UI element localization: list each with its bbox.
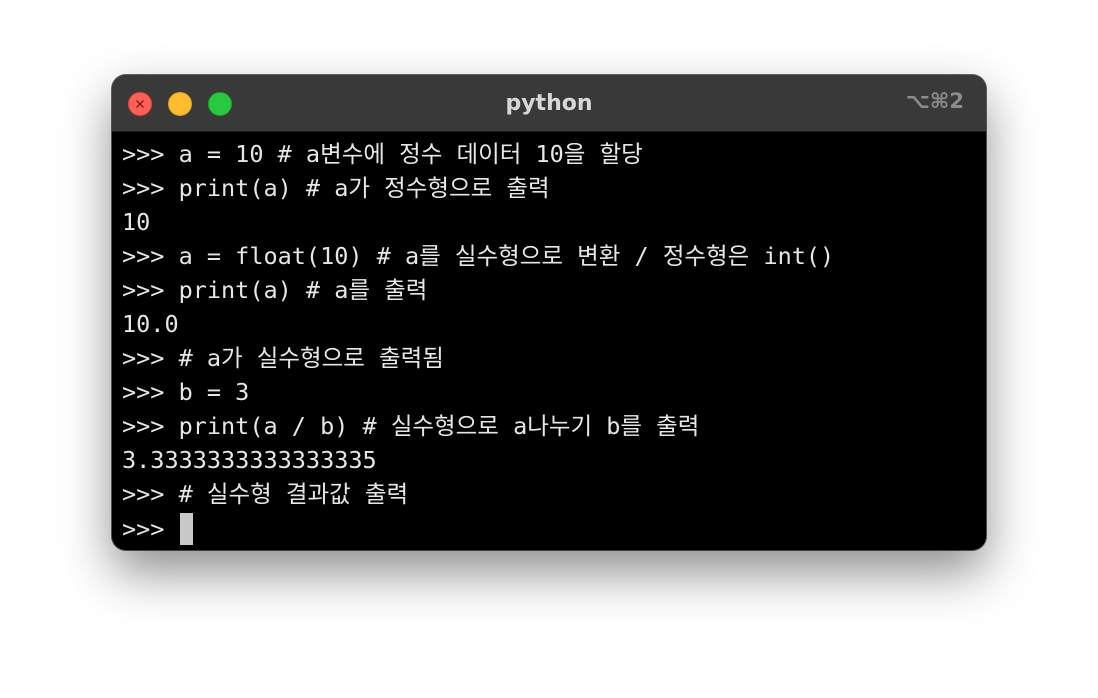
cursor-block (180, 513, 194, 545)
prompt-line[interactable]: >>> (122, 512, 194, 546)
prompt: >>> (122, 515, 165, 543)
terminal-line: >>> # 실수형 결과값 출력 (122, 480, 409, 508)
terminal-line: >>> # a가 실수형으로 출력됨 (122, 344, 444, 372)
terminal-line: >>> print(a / b) # 실수형으로 a나누기 b를 출력 (122, 412, 700, 440)
terminal-line: >>> b = 3 (122, 378, 250, 406)
terminal-line: >>> print(a) # a를 출력 (122, 276, 428, 304)
terminal-line: >>> a = float(10) # a를 실수형으로 변환 / 정수형은 i… (122, 242, 835, 270)
terminal-line: 10 (122, 208, 151, 236)
window-shortcut: ⌥⌘2 (905, 89, 964, 113)
title-bar[interactable]: python ⌥⌘2 (112, 75, 986, 132)
terminal-line: >>> print(a) # a가 정수형으로 출력 (122, 174, 550, 202)
terminal-window: python ⌥⌘2 >>> a = 10 # a변수에 정수 데이터 10을 … (112, 75, 986, 550)
window-title: python (505, 91, 593, 116)
terminal-output[interactable]: >>> a = 10 # a변수에 정수 데이터 10을 할당 >>> prin… (112, 132, 986, 550)
terminal-line: 3.3333333333333335 (122, 446, 377, 474)
terminal-line: >>> a = 10 # a변수에 정수 데이터 10을 할당 (122, 140, 643, 168)
terminal-line: 10.0 (122, 310, 179, 338)
